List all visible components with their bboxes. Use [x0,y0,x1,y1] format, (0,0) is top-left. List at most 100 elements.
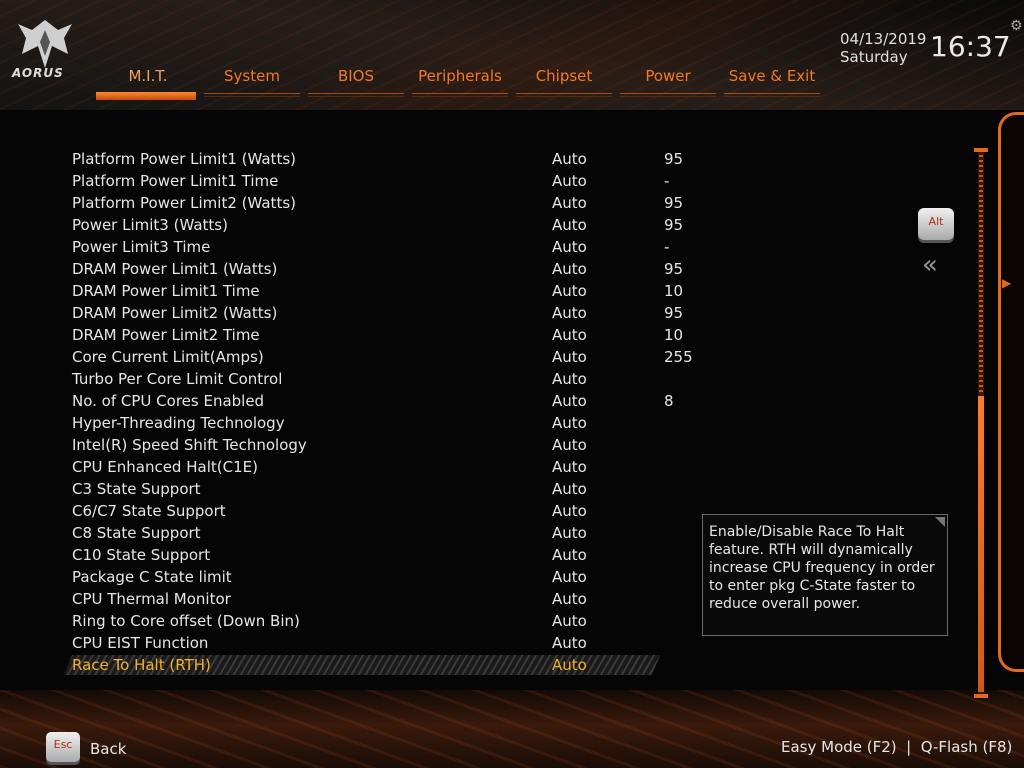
scrollbar-thumb[interactable] [978,396,984,692]
setting-row[interactable]: C8 State Support Auto [72,522,672,544]
setting-label: Platform Power Limit1 (Watts) [72,150,296,168]
setting-value[interactable]: Auto [552,390,587,412]
setting-label: No. of CPU Cores Enabled [72,392,265,410]
scrollbar-cap-top [974,148,988,152]
setting-row[interactable]: Power Limit3 (Watts) Auto 95 [72,214,683,236]
setting-label: Platform Power Limit1 Time [72,172,279,190]
setting-row[interactable]: Platform Power Limit2 (Watts) Auto 95 [72,192,683,214]
setting-label: Core Current Limit(Amps) [72,348,264,366]
setting-current: 8 [664,392,674,410]
tab-bios[interactable]: BIOS [304,64,408,100]
gear-icon[interactable]: ⚙ [1010,18,1023,34]
setting-label: CPU Enhanced Halt(C1E) [72,458,258,476]
setting-value[interactable]: Auto [552,236,587,258]
setting-value[interactable]: Auto [552,632,587,654]
setting-value[interactable]: Auto [552,280,587,302]
setting-row[interactable]: Package C State limit Auto [72,566,672,588]
setting-row[interactable]: Race To Halt (RTH) Auto [72,654,672,676]
setting-row[interactable]: CPU Enhanced Halt(C1E) Auto [72,456,672,478]
setting-value[interactable]: Auto [552,148,587,170]
setting-value[interactable]: Auto [552,456,587,478]
setting-value[interactable]: Auto [552,214,587,236]
setting-value[interactable]: Auto [552,192,587,214]
setting-label: Turbo Per Core Limit Control [72,370,283,388]
setting-current: 10 [664,282,684,300]
setting-row[interactable]: Intel(R) Speed Shift Technology Auto [72,434,672,456]
setting-current: - [664,238,670,256]
mode-shortcuts[interactable]: Easy Mode (F2) | Q-Flash (F8) [781,738,1012,756]
esc-key-button[interactable]: Esc [46,732,80,762]
setting-row[interactable]: DRAM Power Limit1 (Watts) Auto 95 [72,258,683,280]
setting-row[interactable]: CPU Thermal Monitor Auto [72,588,672,610]
setting-row[interactable]: Ring to Core offset (Down Bin) Auto [72,610,672,632]
setting-row[interactable]: DRAM Power Limit2 (Watts) Auto 95 [72,302,683,324]
setting-row[interactable]: Platform Power Limit1 (Watts) Auto 95 [72,148,683,170]
help-panel: Enable/Disable Race To Halt feature. RTH… [702,514,948,636]
setting-row[interactable]: C3 State Support Auto [72,478,672,500]
setting-value[interactable]: Auto [552,610,587,632]
scrollbar-cap-bottom [974,694,988,698]
tab-chipset[interactable]: Chipset [512,64,616,100]
setting-label: C3 State Support [72,480,201,498]
back-button[interactable]: Back [90,740,126,758]
date-display: 04/13/2019 Saturday [840,30,926,66]
side-panel-rail[interactable] [998,112,1024,672]
setting-label: Intel(R) Speed Shift Technology [72,436,307,454]
setting-row[interactable]: Turbo Per Core Limit Control Auto [72,368,672,390]
footer-background [0,690,1024,768]
tab-m-i-t[interactable]: M.I.T. [96,64,200,100]
setting-value[interactable]: Auto [552,346,587,368]
setting-value[interactable]: Auto [552,368,587,390]
setting-row[interactable]: C10 State Support Auto [72,544,672,566]
setting-row[interactable]: No. of CPU Cores Enabled Auto 8 [72,390,674,412]
setting-value[interactable]: Auto [552,258,587,280]
alt-key-button[interactable]: Alt [918,208,954,240]
setting-label: DRAM Power Limit1 Time [72,282,260,300]
setting-value[interactable]: Auto [552,324,587,346]
setting-value[interactable]: Auto [552,478,587,500]
setting-value[interactable]: Auto [552,544,587,566]
setting-row[interactable]: Core Current Limit(Amps) Auto 255 [72,346,693,368]
setting-value[interactable]: Auto [552,170,587,192]
setting-label: DRAM Power Limit2 (Watts) [72,304,278,322]
setting-label: Power Limit3 Time [72,238,211,256]
setting-current: 95 [664,304,684,322]
setting-row[interactable]: Platform Power Limit1 Time Auto - [72,170,672,192]
settings-list: Platform Power Limit1 (Watts) Auto 95 Platf… [72,148,693,676]
setting-value[interactable]: Auto [552,434,587,456]
setting-label: C6/C7 State Support [72,502,226,520]
setting-label: DRAM Power Limit1 (Watts) [72,260,278,278]
setting-label: Hyper-Threading Technology [72,414,285,432]
setting-value[interactable]: Auto [552,566,587,588]
setting-row[interactable]: C6/C7 State Support Auto [72,500,672,522]
day-text: Saturday [840,48,908,66]
setting-value[interactable]: Auto [552,412,587,434]
setting-value[interactable]: Auto [552,654,587,676]
setting-row[interactable]: Hyper-Threading Technology Auto [72,412,672,434]
setting-label: Race To Halt (RTH) [72,656,211,674]
tab-power[interactable]: Power [616,64,720,100]
scrollbar-ticks [979,155,983,395]
setting-row[interactable]: Power Limit3 Time Auto - [72,236,672,258]
setting-value[interactable]: Auto [552,302,587,324]
setting-row[interactable]: CPU EIST Function Auto [72,632,672,654]
tab-system[interactable]: System [200,64,304,100]
setting-value[interactable]: Auto [552,588,587,610]
help-text: Enable/Disable Race To Halt feature. RTH… [709,524,935,612]
setting-current: - [664,172,670,190]
setting-value[interactable]: Auto [552,500,587,522]
clock-display: 16:37 [930,30,1011,63]
setting-row[interactable]: DRAM Power Limit1 Time Auto 10 [72,280,683,302]
setting-current: 10 [664,326,684,344]
setting-value[interactable]: Auto [552,522,587,544]
tab-save-exit[interactable]: Save & Exit [720,64,824,100]
setting-current: 95 [664,194,684,212]
setting-label: Power Limit3 (Watts) [72,216,228,234]
chevron-right-icon[interactable]: ▶ [1002,276,1011,290]
double-chevron-left-icon[interactable]: « [922,250,938,280]
brand-logo-text: AORUS [12,66,64,80]
main-tabs: M.I.T. System BIOS Peripherals Chipset Power S… [96,64,824,100]
tab-peripherals[interactable]: Peripherals [408,64,512,100]
setting-label: Ring to Core offset (Down Bin) [72,612,300,630]
setting-row[interactable]: DRAM Power Limit2 Time Auto 10 [72,324,683,346]
